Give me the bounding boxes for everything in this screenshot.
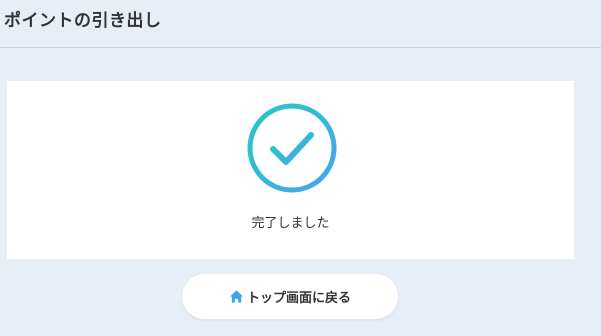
- page-title: ポイントの引き出し: [4, 11, 162, 31]
- completion-message: 完了しました: [251, 216, 330, 231]
- back-to-top-button[interactable]: トップ画面に戻る: [182, 274, 398, 319]
- check-circle-icon: [245, 101, 339, 195]
- page-header: ポイントの引き出し: [0, 0, 601, 48]
- home-icon: [229, 289, 244, 304]
- back-to-top-label: トップ画面に戻る: [246, 291, 351, 306]
- result-card: 完了しました: [7, 81, 574, 259]
